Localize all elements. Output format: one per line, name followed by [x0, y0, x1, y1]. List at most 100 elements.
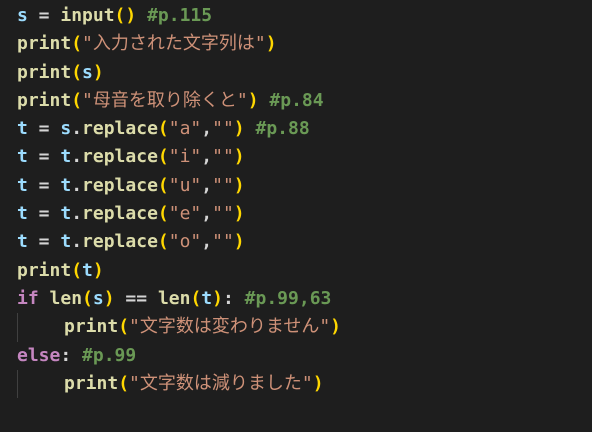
indent-guide [17, 313, 18, 342]
token-operator: = [27, 203, 61, 225]
token-function-name: print [64, 372, 119, 394]
token-bracket: ( [82, 287, 93, 309]
token-operator: , [201, 174, 213, 196]
token-bracket: ) [312, 372, 324, 394]
token-operator: , [201, 203, 213, 225]
token-operator: . [71, 174, 83, 196]
token-bracket: ) [265, 33, 277, 55]
token-keyword: if [17, 287, 39, 309]
token-operator: . [71, 231, 83, 253]
token-variable: s [92, 287, 104, 309]
token-operator: , [201, 231, 213, 253]
code-line[interactable]: print(s) [17, 59, 341, 87]
token-operator: , [201, 146, 213, 168]
code-line[interactable]: print("母音を取り除くと") #p.84 [17, 87, 341, 115]
token-variable: t [17, 231, 28, 253]
token-variable: t [17, 174, 28, 196]
token-function-name: print [17, 61, 72, 83]
token-bracket: ) [212, 287, 223, 309]
token-operator: , [201, 118, 213, 140]
code-line[interactable]: t = t.replace("u","") [17, 172, 341, 200]
token-bracket: ) [233, 146, 245, 168]
token-function-name: print [17, 89, 72, 111]
token-bracket: ) [330, 316, 342, 338]
token-operator: = [27, 231, 61, 253]
token-keyword: else [17, 344, 61, 366]
token-function-name: replace [82, 118, 158, 140]
token-operator: == [114, 287, 158, 309]
token-operator [245, 118, 256, 139]
token-string-literal: "" [212, 203, 234, 225]
token-bracket: ( [157, 118, 169, 140]
token-variable: t [60, 203, 72, 225]
code-line[interactable]: else: #p.99 [17, 342, 341, 370]
code-line[interactable]: s = input() #p.115 [17, 2, 341, 30]
code-line[interactable]: t = t.replace("e","") [17, 200, 341, 228]
token-operator [39, 288, 50, 309]
token-function-name: replace [82, 231, 158, 253]
token-operator: . [71, 146, 83, 168]
token-comment: #p.88 [255, 118, 310, 140]
token-variable: t [17, 146, 28, 168]
token-operator: : [60, 344, 83, 366]
token-string-literal: "文字数は減りました" [129, 372, 313, 394]
token-bracket: ) [233, 231, 245, 253]
code-line[interactable]: if len(s) == len(t): #p.99,63 [17, 285, 341, 313]
token-variable: t [60, 231, 72, 253]
token-operator: = [27, 146, 61, 168]
code-line[interactable]: print("文字数は変わりません") [17, 313, 342, 342]
token-variable: s [82, 61, 93, 83]
token-operator [259, 90, 270, 111]
code-area[interactable]: s = input() #p.115 print("入力された文字列は") prin… [17, 2, 342, 399]
code-line[interactable]: print(t) [17, 257, 341, 285]
token-variable: t [60, 174, 72, 196]
code-editor[interactable]: s = input() #p.115 print("入力された文字列は") prin… [0, 0, 592, 432]
token-operator: : [222, 287, 245, 309]
token-string-literal: "o" [168, 231, 202, 253]
token-function-name: replace [82, 146, 158, 168]
code-line[interactable]: print("入力された文字列は") [17, 30, 341, 58]
token-string-literal: "" [212, 174, 234, 196]
token-string-literal: "i" [168, 146, 202, 168]
token-function-name: print [64, 316, 119, 338]
token-bracket: ( [157, 146, 169, 168]
token-bracket: ( [157, 174, 169, 196]
token-string-literal: "文字数は変わりません" [129, 316, 331, 338]
token-operator: . [71, 203, 83, 225]
token-function-name: input [60, 5, 115, 26]
token-bracket: ) [92, 259, 104, 281]
token-bracket: ( [71, 33, 83, 55]
token-string-literal: "入力された文字列は" [82, 33, 266, 55]
token-bracket: ) [92, 61, 104, 83]
token-function-name: print [17, 33, 72, 55]
token-variable: s [17, 5, 28, 26]
token-bracket: ( [118, 372, 130, 394]
indent-guide [17, 369, 18, 399]
token-variable: t [17, 118, 28, 140]
code-line[interactable]: t = t.replace("i","") [17, 143, 341, 171]
token-string-literal: "u" [168, 174, 202, 196]
token-variable: t [60, 146, 72, 168]
token-string-literal: "e" [168, 203, 202, 225]
token-comment: #p.84 [269, 89, 324, 111]
token-bracket: ( [118, 316, 130, 338]
token-string-literal: "" [212, 146, 234, 168]
token-bracket: ( [157, 203, 169, 225]
token-string-literal: "" [212, 231, 234, 253]
token-function-name: replace [82, 174, 158, 196]
token-bracket: ) [233, 174, 245, 196]
token-function-name: len [49, 287, 83, 309]
token-bracket: ( [71, 89, 83, 111]
token-bracket: () [114, 5, 137, 26]
token-string-literal: "" [212, 118, 234, 140]
token-bracket: ( [157, 231, 169, 253]
code-line[interactable]: t = s.replace("a","") #p.88 [17, 115, 341, 143]
token-bracket: ) [233, 203, 245, 225]
code-line[interactable]: t = t.replace("o","") [17, 228, 341, 256]
token-variable: s [60, 118, 72, 140]
token-function-name: print [17, 259, 72, 281]
code-line[interactable]: print("文字数は減りました") [17, 369, 341, 399]
token-variable: t [82, 259, 93, 281]
token-function-name: len [157, 287, 191, 309]
token-bracket: ( [71, 259, 83, 281]
